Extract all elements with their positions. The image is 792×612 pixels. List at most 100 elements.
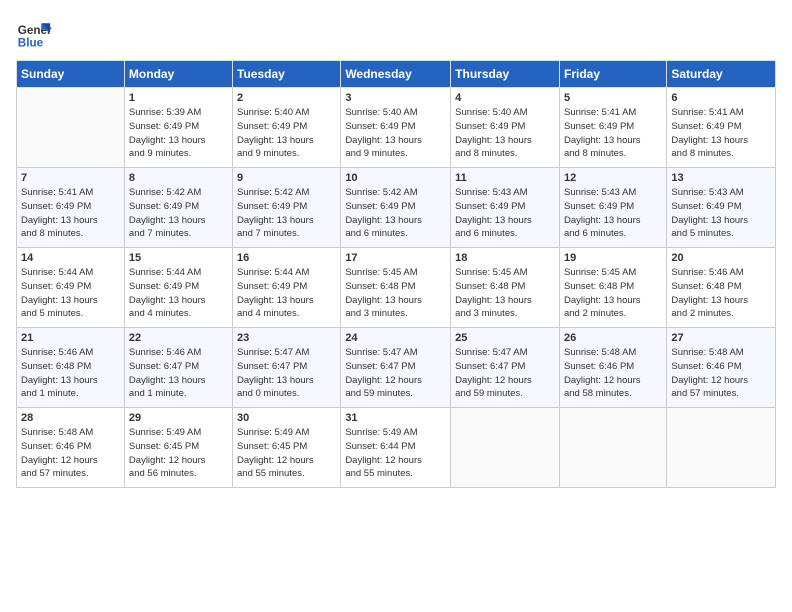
day-number: 24 [345,332,446,344]
day-detail: Sunrise: 5:43 AM Sunset: 6:49 PM Dayligh… [455,186,555,241]
day-number: 12 [564,172,662,184]
day-number: 6 [671,92,771,104]
weekday-header-sunday: Sunday [17,61,125,88]
calendar-table: SundayMondayTuesdayWednesdayThursdayFrid… [16,60,776,488]
day-detail: Sunrise: 5:40 AM Sunset: 6:49 PM Dayligh… [237,106,336,161]
calendar-cell: 20 Sunrise: 5:46 AM Sunset: 6:48 PM Dayli… [667,248,776,328]
day-number: 4 [455,92,555,104]
day-number: 31 [345,412,446,424]
day-number: 15 [129,252,228,264]
week-row-3: 14 Sunrise: 5:44 AM Sunset: 6:49 PM Dayli… [17,248,776,328]
weekday-header-saturday: Saturday [667,61,776,88]
calendar-cell: 26 Sunrise: 5:48 AM Sunset: 6:46 PM Dayli… [559,328,666,408]
calendar-cell: 17 Sunrise: 5:45 AM Sunset: 6:48 PM Dayli… [341,248,451,328]
day-detail: Sunrise: 5:46 AM Sunset: 6:48 PM Dayligh… [671,266,771,321]
calendar-cell: 6 Sunrise: 5:41 AM Sunset: 6:49 PM Daylig… [667,88,776,168]
logo: General Blue [16,16,52,52]
weekday-header-monday: Monday [124,61,232,88]
day-number: 28 [21,412,120,424]
day-number: 7 [21,172,120,184]
day-number: 8 [129,172,228,184]
calendar-cell: 5Sunrise: 5:41 AM Sunset: 6:49 PM Daylig… [559,88,666,168]
day-detail: Sunrise: 5:44 AM Sunset: 6:49 PM Dayligh… [129,266,228,321]
day-detail: Sunrise: 5:40 AM Sunset: 6:49 PM Dayligh… [455,106,555,161]
weekday-header-thursday: Thursday [451,61,560,88]
weekday-header-friday: Friday [559,61,666,88]
day-detail: Sunrise: 5:41 AM Sunset: 6:49 PM Dayligh… [21,186,120,241]
calendar-cell: 12 Sunrise: 5:43 AM Sunset: 6:49 PM Dayli… [559,168,666,248]
calendar-cell: 22Sunrise: 5:46 AM Sunset: 6:47 PM Dayli… [124,328,232,408]
calendar-cell: 23 Sunrise: 5:47 AM Sunset: 6:47 PM Dayli… [233,328,341,408]
day-detail: Sunrise: 5:46 AM Sunset: 6:48 PM Dayligh… [21,346,120,401]
calendar-cell: 30 Sunrise: 5:49 AM Sunset: 6:45 PM Dayli… [233,408,341,488]
day-number: 30 [237,412,336,424]
calendar-cell: 3Sunrise: 5:40 AM Sunset: 6:49 PM Daylig… [341,88,451,168]
weekday-header-tuesday: Tuesday [233,61,341,88]
day-detail: Sunrise: 5:48 AM Sunset: 6:46 PM Dayligh… [21,426,120,481]
day-detail: Sunrise: 5:47 AM Sunset: 6:47 PM Dayligh… [345,346,446,401]
calendar-cell: 27 Sunrise: 5:48 AM Sunset: 6:46 PM Dayli… [667,328,776,408]
day-detail: Sunrise: 5:42 AM Sunset: 6:49 PM Dayligh… [129,186,228,241]
calendar-cell: 28 Sunrise: 5:48 AM Sunset: 6:46 PM Dayli… [17,408,125,488]
day-detail: Sunrise: 5:42 AM Sunset: 6:49 PM Dayligh… [345,186,446,241]
calendar-cell: 2 Sunrise: 5:40 AM Sunset: 6:49 PM Daylig… [233,88,341,168]
day-number: 1 [129,92,228,104]
day-number: 23 [237,332,336,344]
day-detail: Sunrise: 5:39 AM Sunset: 6:49 PM Dayligh… [129,106,228,161]
calendar-cell: 21 Sunrise: 5:46 AM Sunset: 6:48 PM Dayli… [17,328,125,408]
calendar-cell [559,408,666,488]
day-detail: Sunrise: 5:48 AM Sunset: 6:46 PM Dayligh… [564,346,662,401]
calendar-cell: 13Sunrise: 5:43 AM Sunset: 6:49 PM Dayli… [667,168,776,248]
day-detail: Sunrise: 5:43 AM Sunset: 6:49 PM Dayligh… [671,186,771,241]
day-number: 5 [564,92,662,104]
day-number: 10 [345,172,446,184]
calendar-cell [17,88,125,168]
day-number: 21 [21,332,120,344]
calendar-cell: 8 Sunrise: 5:42 AM Sunset: 6:49 PM Daylig… [124,168,232,248]
weekday-header-row: SundayMondayTuesdayWednesdayThursdayFrid… [17,61,776,88]
calendar-cell: 18Sunrise: 5:45 AM Sunset: 6:48 PM Dayli… [451,248,560,328]
day-detail: Sunrise: 5:44 AM Sunset: 6:49 PM Dayligh… [237,266,336,321]
weekday-header-wednesday: Wednesday [341,61,451,88]
day-number: 14 [21,252,120,264]
week-row-1: 1 Sunrise: 5:39 AM Sunset: 6:49 PM Daylig… [17,88,776,168]
calendar-cell: 11 Sunrise: 5:43 AM Sunset: 6:49 PM Dayli… [451,168,560,248]
calendar-cell: 15 Sunrise: 5:44 AM Sunset: 6:49 PM Dayli… [124,248,232,328]
day-number: 2 [237,92,336,104]
day-number: 20 [671,252,771,264]
day-number: 11 [455,172,555,184]
calendar-cell: 14 Sunrise: 5:44 AM Sunset: 6:49 PM Dayli… [17,248,125,328]
day-number: 27 [671,332,771,344]
day-detail: Sunrise: 5:49 AM Sunset: 6:45 PM Dayligh… [129,426,228,481]
day-detail: Sunrise: 5:45 AM Sunset: 6:48 PM Dayligh… [564,266,662,321]
week-row-5: 28 Sunrise: 5:48 AM Sunset: 6:46 PM Dayli… [17,408,776,488]
day-detail: Sunrise: 5:45 AM Sunset: 6:48 PM Dayligh… [345,266,446,321]
day-number: 29 [129,412,228,424]
calendar-cell [451,408,560,488]
logo-icon: General Blue [16,16,52,52]
day-detail: Sunrise: 5:45 AM Sunset: 6:48 PM Dayligh… [455,266,555,321]
day-detail: Sunrise: 5:47 AM Sunset: 6:47 PM Dayligh… [455,346,555,401]
day-detail: Sunrise: 5:49 AM Sunset: 6:44 PM Dayligh… [345,426,446,481]
day-number: 17 [345,252,446,264]
day-detail: Sunrise: 5:47 AM Sunset: 6:47 PM Dayligh… [237,346,336,401]
day-detail: Sunrise: 5:41 AM Sunset: 6:49 PM Dayligh… [671,106,771,161]
day-detail: Sunrise: 5:40 AM Sunset: 6:49 PM Dayligh… [345,106,446,161]
day-number: 16 [237,252,336,264]
calendar-cell: 19 Sunrise: 5:45 AM Sunset: 6:48 PM Dayli… [559,248,666,328]
calendar-cell: 31 Sunrise: 5:49 AM Sunset: 6:44 PM Dayli… [341,408,451,488]
day-detail: Sunrise: 5:48 AM Sunset: 6:46 PM Dayligh… [671,346,771,401]
day-detail: Sunrise: 5:42 AM Sunset: 6:49 PM Dayligh… [237,186,336,241]
calendar-cell: 4 Sunrise: 5:40 AM Sunset: 6:49 PM Daylig… [451,88,560,168]
calendar-cell: 9 Sunrise: 5:42 AM Sunset: 6:49 PM Daylig… [233,168,341,248]
day-number: 19 [564,252,662,264]
day-detail: Sunrise: 5:43 AM Sunset: 6:49 PM Dayligh… [564,186,662,241]
day-detail: Sunrise: 5:44 AM Sunset: 6:49 PM Dayligh… [21,266,120,321]
day-number: 25 [455,332,555,344]
calendar-cell: 29 Sunrise: 5:49 AM Sunset: 6:45 PM Dayli… [124,408,232,488]
svg-text:Blue: Blue [18,37,44,50]
week-row-2: 7 Sunrise: 5:41 AM Sunset: 6:49 PM Daylig… [17,168,776,248]
day-number: 26 [564,332,662,344]
day-detail: Sunrise: 5:49 AM Sunset: 6:45 PM Dayligh… [237,426,336,481]
day-number: 9 [237,172,336,184]
